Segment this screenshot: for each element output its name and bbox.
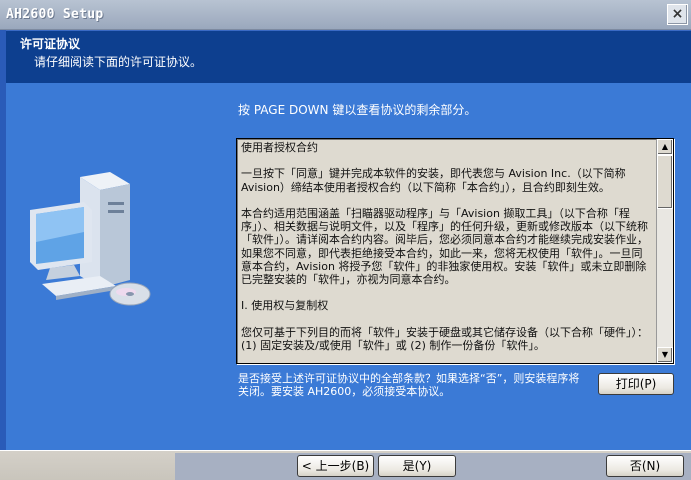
computer-icon xyxy=(30,172,151,306)
header-title: 许可证协议 xyxy=(20,37,81,51)
window-title: AH2600 Setup xyxy=(6,7,104,22)
license-text-box[interactable]: 使用者授权合约 一旦按下「同意」键并完成本软件的安装，即代表您与 Avision… xyxy=(236,138,674,364)
scroll-up-button[interactable]: ▲ xyxy=(657,139,673,155)
license-text: 使用者授权合约 一旦按下「同意」键并完成本软件的安装，即代表您与 Avision… xyxy=(241,141,653,363)
license-scrollbar[interactable]: ▲ ▼ xyxy=(656,139,673,363)
no-button[interactable]: 否(N) xyxy=(606,455,684,477)
license-paragraph: 一旦按下「同意」键并完成本软件的安装，即代表您与 Avision Inc.（以下… xyxy=(241,167,626,194)
scroll-down-button[interactable]: ▼ xyxy=(657,347,673,363)
license-paragraph: I. 使用权与复制权 xyxy=(241,299,329,313)
print-button[interactable]: 打印(P) xyxy=(598,373,674,395)
license-paragraph: 使用者授权合约 xyxy=(241,141,318,154)
back-button[interactable]: < 上一步(B) xyxy=(297,455,374,477)
yes-button[interactable]: 是(Y) xyxy=(378,455,456,477)
accept-question: 是否接受上述许可证协议中的全部条款？如果选择“否”，则安装程序将关闭。要安装 A… xyxy=(238,372,580,398)
header-banner: 许可证协议 请仔细阅读下面的许可证协议。 xyxy=(6,30,691,84)
title-bar: AH2600 Setup × xyxy=(0,0,691,30)
license-paragraph: 本合约适用范围涵盖「扫瞄器驱动程序」与「Avision 撷取工具」（以下合称「程… xyxy=(241,206,648,286)
scroll-thumb[interactable] xyxy=(657,155,673,209)
close-button[interactable]: × xyxy=(667,4,688,25)
license-paragraph: 您仅可基于下列目的而将「软件」安装于硬盘或其它储存设备（以下合称「硬件」）：(1… xyxy=(241,325,648,352)
header-subtitle: 请仔细阅读下面的许可证协议。 xyxy=(34,55,203,69)
page-down-hint: 按 PAGE DOWN 键以查看协议的剩余部分。 xyxy=(238,103,477,117)
